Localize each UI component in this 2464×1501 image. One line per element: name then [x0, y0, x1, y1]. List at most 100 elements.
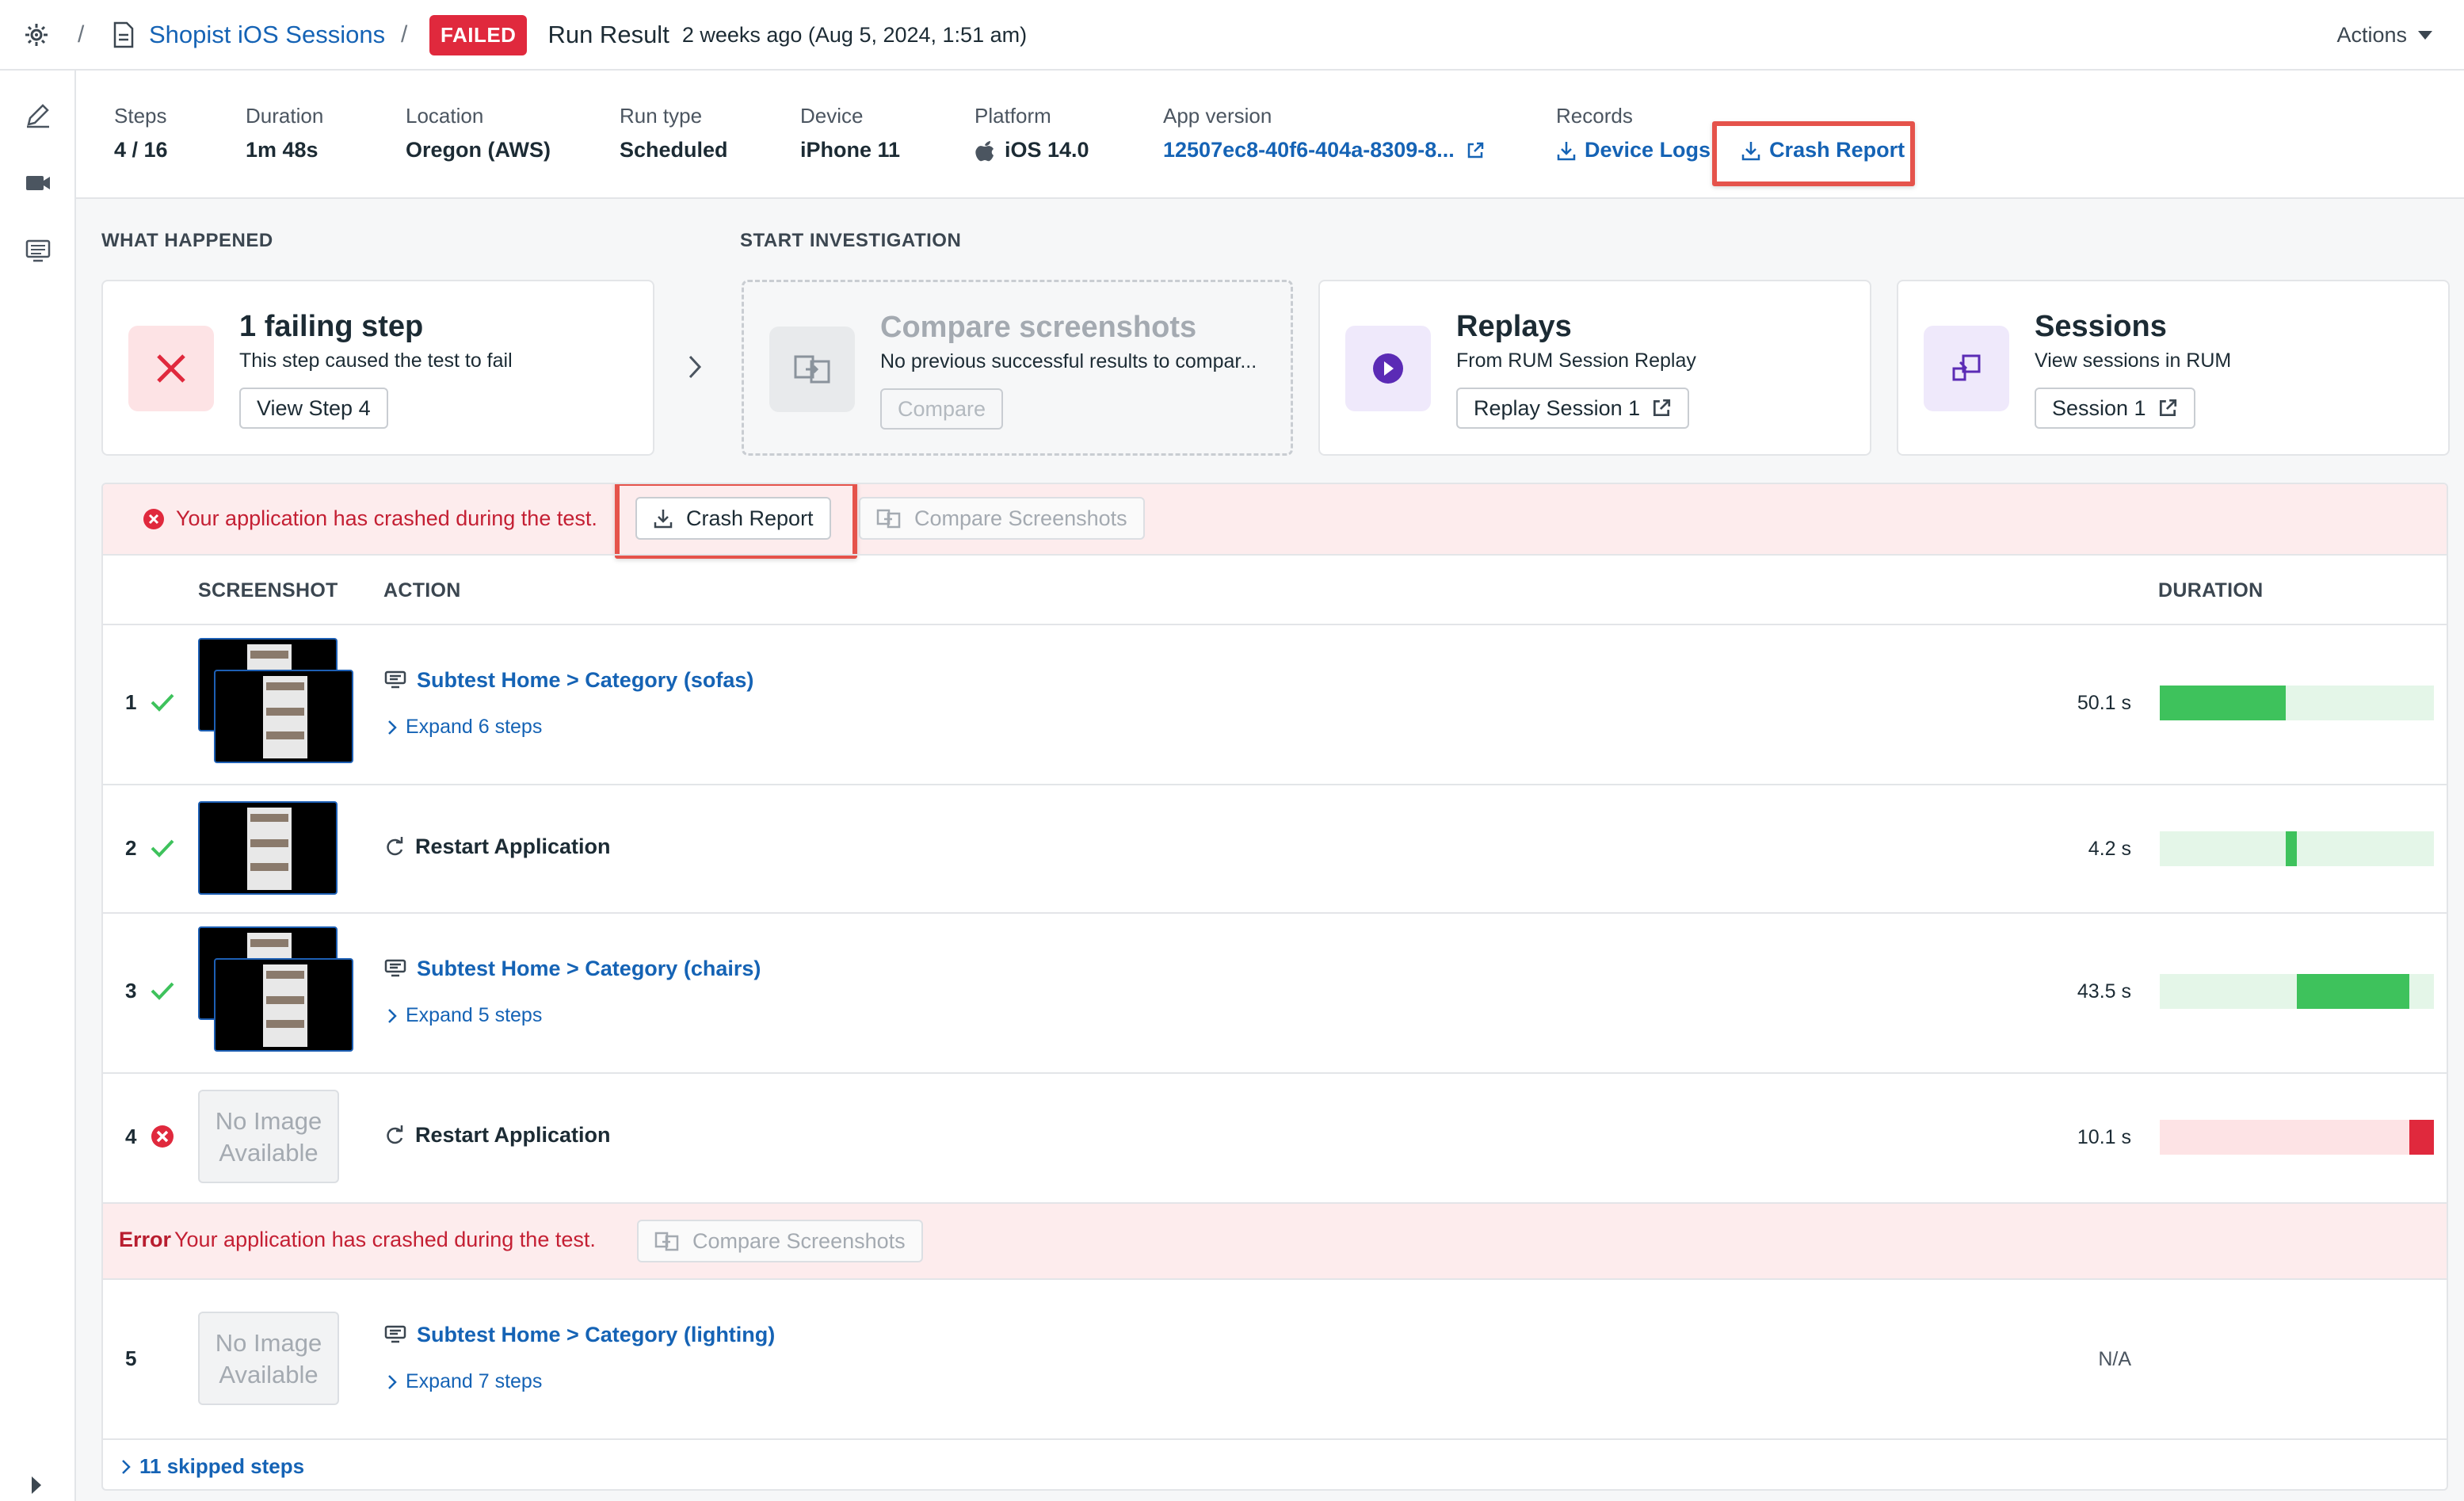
subtest-icon — [384, 1325, 406, 1342]
meta-app-version: App version 12507ec8-40f6-404a-8309-8... — [1163, 104, 1485, 162]
column-action: ACTION — [383, 579, 461, 602]
replays-card: Replays From RUM Session Replay Replay S… — [1318, 280, 1871, 456]
meta-device: Device iPhone 11 — [800, 104, 900, 162]
screenshot-thumbnail[interactable] — [214, 670, 353, 763]
start-investigation-heading: START INVESTIGATION — [740, 230, 962, 251]
subtest-link[interactable]: Subtest Home > Category (sofas) — [417, 668, 753, 693]
step-number: 5 — [125, 1346, 137, 1370]
duration-fill — [2409, 1120, 2434, 1155]
step-duration: N/A — [2098, 1348, 2131, 1370]
meta-steps: Steps 4 / 16 — [114, 104, 168, 162]
synthetics-logo-icon[interactable] — [24, 22, 49, 48]
restart-icon — [387, 1125, 403, 1144]
check-icon — [151, 982, 174, 1000]
compare-icon — [876, 509, 901, 529]
compare-screenshots-button[interactable]: Compare Screenshots — [859, 497, 1145, 540]
chevron-right-icon — [688, 355, 702, 379]
subtest-link[interactable]: Subtest Home > Category (chairs) — [417, 957, 761, 981]
screenshot-thumbnail[interactable] — [214, 958, 353, 1052]
edit-pencil-icon[interactable] — [24, 101, 52, 129]
crash-banner: Your application has crashed during the … — [103, 484, 2447, 554]
chevron-right-icon — [122, 1459, 131, 1474]
expand-rail-icon[interactable] — [27, 1473, 46, 1497]
button-label: Compare Screenshots — [914, 506, 1127, 530]
replay-session-button[interactable]: Replay Session 1 — [1456, 388, 1690, 429]
compare-screenshots-card: Compare screenshots No previous successf… — [742, 280, 1293, 456]
error-message: Your application has crashed during the … — [174, 1228, 596, 1251]
table-row[interactable]: 1 Subtest Home > Category (sofas) Expand… — [103, 624, 2447, 784]
compare-button[interactable]: Compare — [880, 388, 1004, 430]
duration-bar — [2160, 974, 2434, 1009]
sessions-icon — [1924, 326, 2009, 411]
expand-steps-link[interactable]: Expand 5 steps — [387, 1004, 542, 1027]
meta-value: Scheduled — [620, 138, 728, 162]
breadcrumb-separator: / — [78, 21, 85, 48]
external-link-icon[interactable] — [1466, 141, 1485, 160]
run-timestamp: 2 weeks ago (Aug 5, 2024, 1:51 am) — [681, 22, 1028, 47]
subtest-link[interactable]: Subtest Home > Category (lighting) — [417, 1323, 775, 1347]
duration-bar — [2160, 1120, 2434, 1155]
failing-step-card: 1 failing step This step caused the test… — [101, 280, 654, 456]
button-label: Session 1 — [2052, 395, 2146, 420]
what-happened-heading: WHAT HAPPENED — [101, 230, 273, 251]
action-label: Restart Application — [415, 835, 611, 858]
table-header: SCREENSHOT ACTION DURATION — [103, 554, 2447, 624]
subtest-icon — [384, 670, 406, 688]
meta-label: Steps — [114, 104, 167, 128]
crash-button-highlight — [615, 484, 857, 559]
step-number: 3 — [125, 979, 137, 1003]
table-row[interactable]: 3 Subtest Home > Category (chairs) Expan… — [103, 912, 2447, 1072]
duration-fill — [2286, 831, 2297, 866]
subtest-icon — [384, 959, 406, 976]
run-metadata: Steps 4 / 16 Duration 1m 48s Location Or… — [76, 71, 2464, 199]
card-subtitle: From RUM Session Replay — [1456, 349, 1696, 372]
card-subtitle: View sessions in RUM — [2035, 349, 2232, 372]
card-title: Replays — [1456, 310, 1572, 343]
expand-steps-link[interactable]: Expand 6 steps — [387, 716, 542, 739]
compare-screenshots-button[interactable]: Compare Screenshots — [637, 1220, 923, 1262]
failure-x-icon — [128, 326, 214, 411]
meta-value: 1m 48s — [246, 138, 318, 162]
meta-label: Duration — [246, 104, 324, 128]
button-label: Compare Screenshots — [692, 1228, 906, 1253]
screenshot-thumbnail[interactable] — [198, 801, 338, 895]
error-circle-icon — [151, 1125, 174, 1148]
video-camera-icon[interactable] — [24, 169, 52, 197]
test-list-icon[interactable] — [24, 237, 52, 265]
external-link-icon — [1653, 399, 1671, 417]
actions-label: Actions — [2336, 22, 2407, 47]
skipped-steps-link[interactable]: 11 skipped steps — [120, 1454, 304, 1479]
external-link-icon — [2159, 399, 2176, 417]
restart-icon — [387, 836, 403, 855]
session-button[interactable]: Session 1 — [2035, 388, 2195, 429]
step-number: 2 — [125, 836, 137, 860]
meta-label: Device — [800, 104, 864, 128]
meta-value: iPhone 11 — [800, 138, 901, 162]
meta-label: Location — [406, 104, 484, 128]
meta-value: Oregon (AWS) — [406, 138, 551, 162]
column-screenshot: SCREENSHOT — [198, 579, 338, 602]
top-bar: / Shopist iOS Sessions / FAILED Run Resu… — [0, 0, 2464, 71]
actions-dropdown[interactable]: Actions — [2336, 0, 2432, 70]
duration-bar — [2160, 686, 2434, 720]
test-file-icon — [113, 21, 134, 48]
table-row[interactable]: 2 Restart Application 4.2 s — [103, 784, 2447, 912]
meta-duration: Duration 1m 48s — [246, 104, 323, 162]
check-icon — [151, 693, 174, 712]
meta-label: Platform — [975, 104, 1051, 128]
no-image-placeholder: No Image Available — [198, 1312, 339, 1405]
check-icon — [151, 839, 174, 857]
skipped-steps-row[interactable]: 11 skipped steps — [103, 1438, 2447, 1489]
meta-platform: Platform iOS 14.0 — [975, 104, 1089, 162]
device-logs-link[interactable]: Device Logs — [1585, 138, 1711, 162]
app-version-link[interactable]: 12507ec8-40f6-404a-8309-8... — [1163, 138, 1455, 162]
apple-icon — [975, 140, 994, 161]
table-row[interactable]: 5 No Image Available Subtest Home > Categ… — [103, 1278, 2447, 1438]
table-row[interactable]: 4 No Image Available Restart Application … — [103, 1072, 2447, 1202]
step-duration: 4.2 s — [2088, 838, 2131, 860]
breadcrumb-project-link[interactable]: Shopist iOS Sessions — [149, 21, 385, 49]
error-circle-icon — [143, 509, 164, 529]
expand-steps-link[interactable]: Expand 7 steps — [387, 1370, 542, 1393]
view-step-button[interactable]: View Step 4 — [239, 388, 388, 429]
step-number: 4 — [125, 1125, 137, 1148]
